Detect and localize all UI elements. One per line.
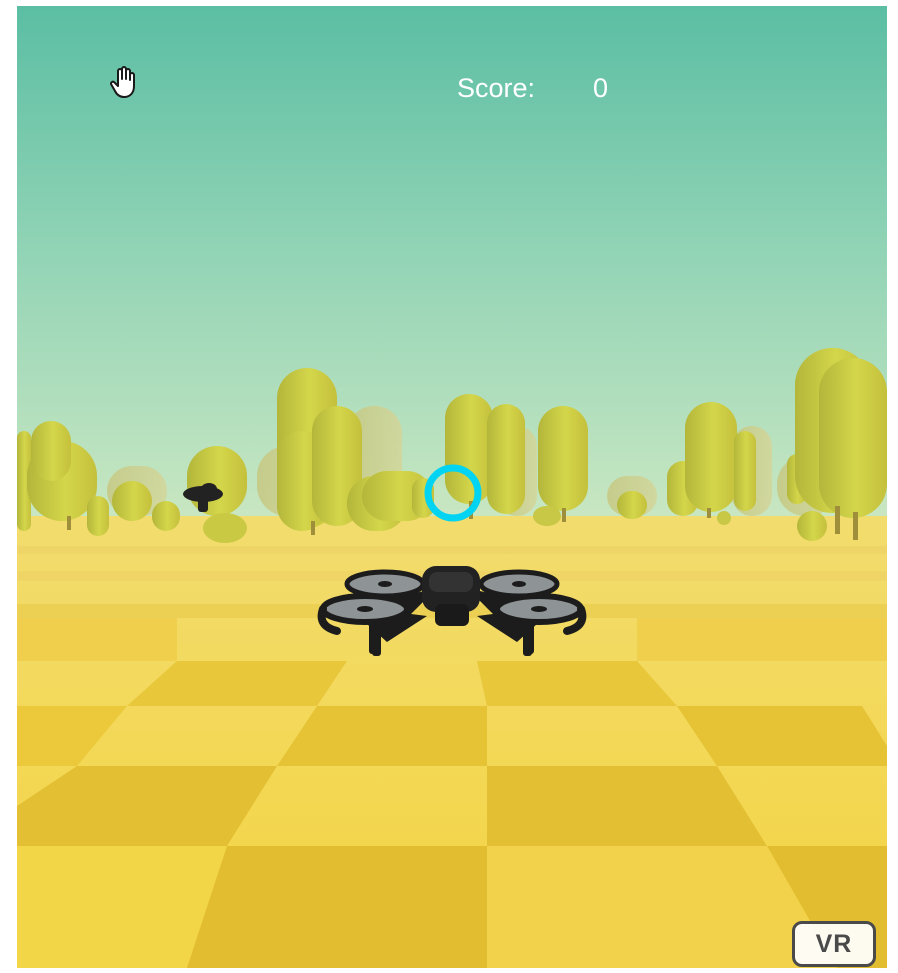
- score-display: Score: 0: [457, 68, 677, 108]
- score-value: 0: [593, 72, 609, 103]
- game-viewport[interactable]: Score: 0 VR: [17, 6, 887, 968]
- hand-pointer-icon[interactable]: [109, 66, 139, 100]
- vr-button[interactable]: VR: [792, 921, 876, 967]
- game-scene: [17, 6, 887, 968]
- score-label: Score:: [457, 72, 536, 103]
